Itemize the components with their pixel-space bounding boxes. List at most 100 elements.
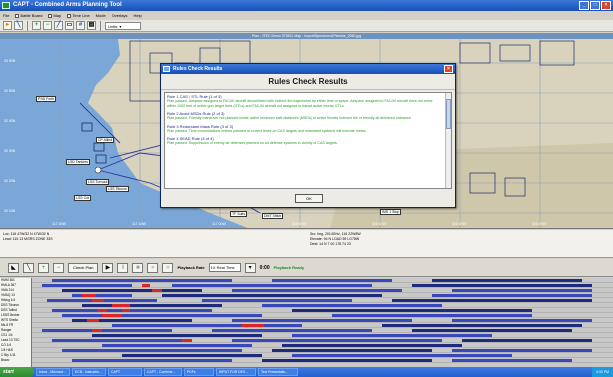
dialog-scrollbar[interactable] [445,93,451,188]
maximize-button[interactable]: □ [590,1,600,10]
scrollbar-thumb[interactable] [446,99,451,129]
rewind-icon[interactable]: « [147,262,159,273]
dialog-close-icon[interactable]: × [444,65,453,73]
menu-map[interactable]: Map [45,11,64,20]
timeline-event-bar[interactable] [412,329,572,332]
draw-tool-icon[interactable]: ╲ [14,21,23,30]
timeline-event-bar[interactable] [242,324,264,327]
timeline-event-bar[interactable] [122,309,130,312]
timeline-event-bar[interactable] [42,284,132,287]
menu-overlays[interactable]: Overlays [109,11,131,20]
menu-battle-board[interactable]: Battle Board [12,11,45,20]
rules-results-list[interactable]: Rule 1 CAS / STL Rule (1 of 3) Plan pass… [164,92,452,189]
timeline-event-bar[interactable] [142,284,150,287]
timeline-event-bar[interactable] [262,359,432,362]
zoom-in-icon[interactable]: + [32,21,41,30]
unit-marker[interactable] [93,142,105,152]
timeline-event-bar[interactable] [152,289,162,292]
timeline-event-bar[interactable] [72,294,132,297]
timeline-event-bar[interactable] [382,324,582,327]
select-tool-icon[interactable]: ▸ [3,21,12,30]
map-unit-tag[interactable]: CP Allied [96,137,115,143]
grid-tool-icon[interactable]: # [76,21,85,30]
play-icon[interactable]: ▶ [102,262,114,273]
timeline-event-bar[interactable] [62,289,202,292]
stop-icon[interactable]: ■ [132,262,144,273]
timeline-event-bar[interactable] [452,289,592,292]
check-plan-button[interactable]: Check Plan [68,262,99,273]
taskbar-item[interactable]: Inbox - Microsof... [36,368,70,376]
map-unit-tag[interactable]: PSD Forth [36,96,57,102]
timeline-event-bar[interactable] [82,304,222,307]
timeline-event-bar[interactable] [232,319,412,322]
timeline-event-bar[interactable] [432,294,592,297]
timeline-grid[interactable] [32,278,613,367]
units-select[interactable]: Units: ▾ [105,21,141,30]
taskbar-item[interactable]: CAPT - Combine... [144,368,182,376]
map-unit-tag[interactable]: LSS Crit [74,195,92,201]
pause-icon[interactable]: ‖ [117,262,129,273]
timeline-lane[interactable] [32,358,613,363]
ok-button[interactable]: OK [295,194,323,203]
area-tool-icon[interactable]: ▭ [65,21,74,30]
timeline-event-bar[interactable] [462,339,592,342]
timeline-event-bar[interactable] [112,304,130,307]
map-unit-tag[interactable]: TF Suits [230,211,248,217]
fast-forward-icon[interactable]: » [162,262,174,273]
timeline-event-bar[interactable] [97,309,107,312]
menu-help[interactable]: Help [130,11,144,20]
timeline-panel[interactable]: HMM 361 HMLA 367 VMA 214 VMAQ 13 Hiking 1/4 D… [0,278,613,367]
taskbar-item[interactable]: ECB - Instructio... [72,368,106,376]
timeline-event-bar[interactable] [272,279,392,282]
timeline-event-bar[interactable] [292,309,532,312]
timeline-event-bar[interactable] [62,349,242,352]
start-button[interactable]: start [0,367,34,377]
timeline-event-bar[interactable] [122,354,262,357]
map-unit-tag[interactable]: DMT Stitch [262,213,284,219]
timeline-event-bar[interactable] [42,329,172,332]
timeline-event-bar[interactable] [292,334,492,337]
timeline-event-bar[interactable] [262,304,442,307]
taskbar-item[interactable]: PDFs [184,368,214,376]
timeline-event-bar[interactable] [452,349,592,352]
menu-time-line[interactable]: Time Line [64,11,92,20]
timeline-event-bar[interactable] [87,319,99,322]
timeline-event-bar[interactable] [62,314,262,317]
close-button[interactable]: × [601,1,611,10]
draw-icon[interactable]: ╲ [23,262,34,273]
layer-tool-icon[interactable]: ▤ [87,21,96,30]
timeline-event-bar[interactable] [162,294,382,297]
timeline-event-bar[interactable] [232,339,442,342]
unit-marker[interactable] [81,122,93,132]
zoom-in-icon[interactable]: + [38,262,49,273]
taskbar-item[interactable]: INPUT FOR DEV... [216,368,256,376]
unit-marker[interactable] [95,154,107,164]
menu-mode[interactable]: Mode [93,11,109,20]
timeline-event-bar[interactable] [92,299,104,302]
timeline-event-bar[interactable] [82,294,96,297]
timeline-event-bar[interactable] [102,344,252,347]
timeline-event-bar[interactable] [432,279,582,282]
menu-file[interactable]: File [0,11,12,20]
timeline-event-bar[interactable] [52,279,232,282]
timeline-event-bar[interactable] [452,319,592,322]
chevron-down-icon[interactable]: ▾ [244,262,256,273]
timeline-event-bar[interactable] [232,289,402,292]
timeline-event-bar[interactable] [92,334,262,337]
timeline-event-bar[interactable] [202,299,352,302]
minimize-button[interactable]: _ [579,1,589,10]
timeline-event-bar[interactable] [332,314,532,317]
zoom-out-icon[interactable]: − [43,21,52,30]
map-unit-tag[interactable]: LSS Tiburon [106,186,130,192]
timeline-event-bar[interactable] [452,359,572,362]
map-unit-tag[interactable]: LSD Tankers [66,159,90,165]
timeline-event-bar[interactable] [212,329,372,332]
timeline-event-bar[interactable] [52,339,192,342]
timeline-event-bar[interactable] [182,339,192,342]
timeline-event-bar[interactable] [172,284,372,287]
select-icon[interactable]: ◣ [8,262,19,273]
timeline-event-bar[interactable] [92,329,102,332]
timeline-event-bar[interactable] [112,324,302,327]
taskbar-item[interactable]: Text Presentatio... [258,368,298,376]
playback-rate-select[interactable]: 1X Real Time [208,263,241,272]
